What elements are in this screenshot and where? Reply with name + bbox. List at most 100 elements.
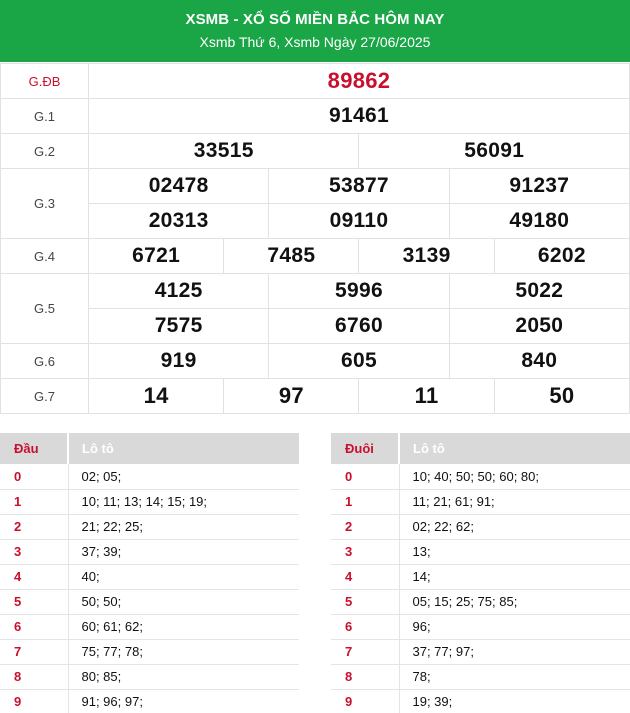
prize-number: 53877 bbox=[268, 168, 450, 204]
prize-number: 7575 bbox=[87, 308, 270, 344]
loto-key: 2 bbox=[331, 514, 400, 540]
special-prize-number: 89862 bbox=[88, 63, 630, 99]
prize-number: 840 bbox=[448, 343, 630, 379]
table-row: 5 05; 15; 25; 75; 85; bbox=[331, 589, 630, 615]
prize-number: 11 bbox=[358, 378, 495, 414]
loto-key: 6 bbox=[331, 614, 400, 640]
prize-row-g5-second: 7575 6760 2050 bbox=[1, 308, 630, 344]
prize-number: 49180 bbox=[448, 203, 630, 239]
prize-number: 20313 bbox=[87, 203, 270, 239]
prize-number: 14 bbox=[87, 378, 225, 414]
prize-label-g5: G.5 bbox=[0, 273, 89, 344]
draw-date-subtitle: Xsmb Thứ 6, Xsmb Ngày 27/06/2025 bbox=[199, 34, 431, 50]
loto-values: 10; 40; 50; 50; 60; 80; bbox=[399, 464, 630, 490]
prize-number: 33515 bbox=[87, 133, 360, 169]
loto-head-table: Đầu Lô tô 0 02; 05; 1 10; 11; 13; 14; 15; … bbox=[0, 433, 299, 713]
loto-values: 21; 22; 25; bbox=[68, 514, 299, 540]
loto-values: 75; 77; 78; bbox=[68, 639, 299, 665]
prize-row-g6: G.6 919 605 840 bbox=[0, 343, 630, 379]
prize-row-g3-second: 20313 09110 49180 bbox=[1, 203, 630, 239]
loto-key: 5 bbox=[0, 589, 69, 615]
table-row: 8 80; 85; bbox=[0, 664, 299, 690]
prize-row-g3: G.3 02478 53877 91237 bbox=[0, 168, 630, 239]
loto-values: 13; bbox=[399, 539, 630, 565]
prize-label-g6: G.6 bbox=[0, 343, 89, 379]
prize-number: 02478 bbox=[87, 168, 270, 204]
loto-key: 4 bbox=[0, 564, 69, 590]
column-header-duoi: Đuôi bbox=[331, 433, 400, 464]
prize-number: 3139 bbox=[358, 238, 495, 274]
prize-row-g4: G.4 6721 7485 3139 6202 bbox=[0, 238, 630, 274]
loto-key: 5 bbox=[331, 589, 400, 615]
table-row: 1 10; 11; 13; 14; 15; 19; bbox=[0, 489, 299, 515]
column-header-loto: Lô tô bbox=[68, 433, 299, 464]
column-header-loto: Lô tô bbox=[399, 433, 630, 464]
prize-number: 6760 bbox=[268, 308, 450, 344]
loto-values: 60; 61; 62; bbox=[68, 614, 299, 640]
prize-row-special: G.ĐB 89862 bbox=[0, 63, 630, 99]
table-row: 8 78; bbox=[331, 664, 630, 690]
prize-number: 4125 bbox=[87, 273, 270, 309]
table-row: 7 37; 77; 97; bbox=[331, 639, 630, 665]
loto-key: 4 bbox=[331, 564, 400, 590]
loto-values: 91; 96; 97; bbox=[68, 689, 299, 713]
prize-label-g4: G.4 bbox=[0, 238, 89, 274]
loto-key: 8 bbox=[331, 664, 400, 690]
table-row: 0 10; 40; 50; 50; 60; 80; bbox=[331, 464, 630, 490]
loto-values: 80; 85; bbox=[68, 664, 299, 690]
prize-label-g1: G.1 bbox=[0, 98, 89, 134]
table-row: 5 50; 50; bbox=[0, 589, 299, 615]
loto-tail-table: Đuôi Lô tô 0 10; 40; 50; 50; 60; 80; 1 11;… bbox=[331, 433, 630, 713]
table-row: 7 75; 77; 78; bbox=[0, 639, 299, 665]
loto-key: 3 bbox=[331, 539, 400, 565]
loto-values: 02; 05; bbox=[68, 464, 299, 490]
prize-row-g5: G.5 4125 5996 5022 bbox=[0, 273, 630, 344]
loto-values: 40; bbox=[68, 564, 299, 590]
loto-values: 19; 39; bbox=[399, 689, 630, 713]
prize-number: 7485 bbox=[223, 238, 360, 274]
prize-number: 91461 bbox=[88, 98, 630, 134]
results-header: XSMB - XỔ SỐ MIỀN BẮC HÔM NAY Xsmb Thứ 6… bbox=[0, 0, 630, 62]
prize-number: 97 bbox=[223, 378, 360, 414]
loto-values: 05; 15; 25; 75; 85; bbox=[399, 589, 630, 615]
loto-key: 6 bbox=[0, 614, 69, 640]
loto-values: 10; 11; 13; 14; 15; 19; bbox=[68, 489, 299, 515]
prize-number: 6721 bbox=[87, 238, 225, 274]
table-row: 3 37; 39; bbox=[0, 539, 299, 565]
loto-tail-table-header: Đuôi Lô tô bbox=[331, 433, 630, 464]
prize-row-g1: G.1 91461 bbox=[0, 98, 630, 134]
prize-number: 50 bbox=[493, 378, 630, 414]
table-row: 1 11; 21; 61; 91; bbox=[331, 489, 630, 515]
loto-values: 02; 22; 62; bbox=[399, 514, 630, 540]
table-row: 2 02; 22; 62; bbox=[331, 514, 630, 540]
loto-key: 8 bbox=[0, 664, 69, 690]
loto-values: 11; 21; 61; 91; bbox=[399, 489, 630, 515]
prize-label-g7: G.7 bbox=[0, 378, 89, 414]
table-row: 2 21; 22; 25; bbox=[0, 514, 299, 540]
loto-key: 9 bbox=[331, 689, 400, 713]
loto-key: 0 bbox=[0, 464, 69, 490]
table-row: 6 96; bbox=[331, 614, 630, 640]
column-header-dau: Đầu bbox=[0, 433, 69, 464]
table-row: 6 60; 61; 62; bbox=[0, 614, 299, 640]
prize-number: 605 bbox=[268, 343, 450, 379]
loto-values: 96; bbox=[399, 614, 630, 640]
table-row: 4 40; bbox=[0, 564, 299, 590]
table-row: 0 02; 05; bbox=[0, 464, 299, 490]
loto-values: 37; 39; bbox=[68, 539, 299, 565]
prize-number: 6202 bbox=[493, 238, 630, 274]
prize-label-g3: G.3 bbox=[0, 168, 89, 239]
loto-key: 9 bbox=[0, 689, 69, 713]
table-row: 9 91; 96; 97; bbox=[0, 689, 299, 713]
loto-key: 1 bbox=[331, 489, 400, 515]
loto-key: 7 bbox=[0, 639, 69, 665]
prize-number: 919 bbox=[87, 343, 270, 379]
prize-number: 91237 bbox=[448, 168, 630, 204]
loto-key: 1 bbox=[0, 489, 69, 515]
page-title: XSMB - XỔ SỐ MIỀN BẮC HÔM NAY bbox=[185, 11, 445, 28]
loto-values: 37; 77; 97; bbox=[399, 639, 630, 665]
prize-row-g7: G.7 14 97 11 50 bbox=[0, 378, 630, 414]
loto-values: 14; bbox=[399, 564, 630, 590]
table-row: 4 14; bbox=[331, 564, 630, 590]
prize-number: 56091 bbox=[358, 133, 630, 169]
